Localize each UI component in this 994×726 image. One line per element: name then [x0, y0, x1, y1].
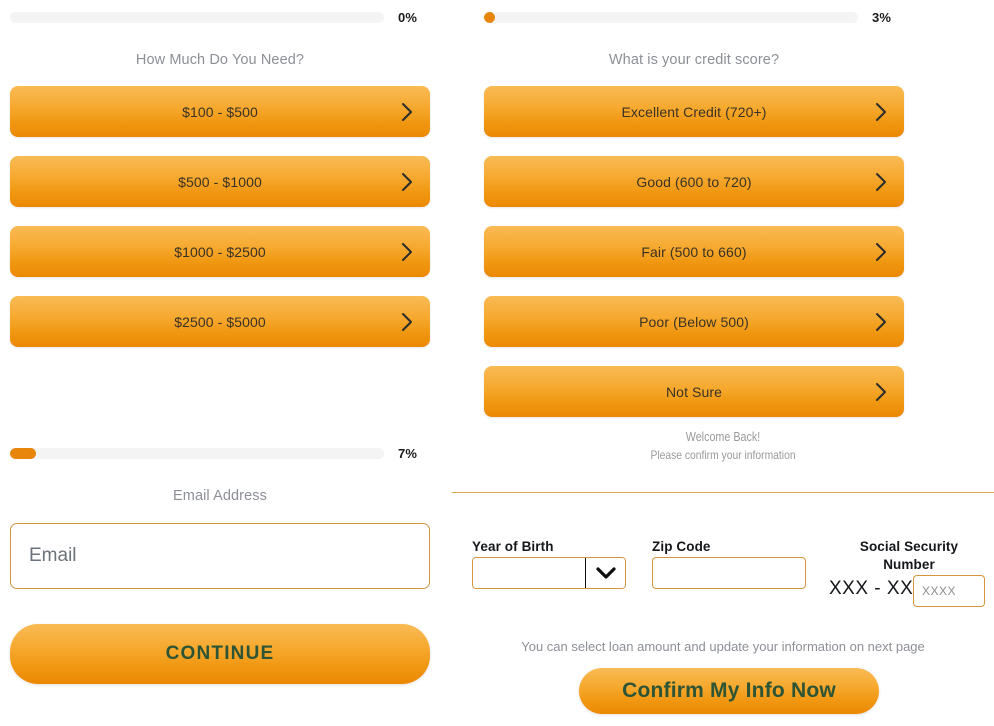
- question-loan-amount: How Much Do You Need?: [135, 52, 305, 68]
- question-credit-score: What is your credit score?: [608, 52, 780, 68]
- option-label: Excellent Credit (720+): [621, 103, 767, 120]
- year-of-birth-label: Year of Birth: [472, 539, 554, 554]
- email-input[interactable]: [10, 523, 430, 589]
- credit-score-option-excellent[interactable]: Excellent Credit (720+): [484, 86, 904, 137]
- zip-code-label: Zip Code: [652, 539, 711, 554]
- chevron-right-icon: [875, 382, 888, 402]
- option-label: $1000 - $2500: [174, 243, 266, 260]
- credit-score-option-poor[interactable]: Poor (Below 500): [484, 296, 904, 347]
- progress-track: [10, 448, 384, 459]
- loan-amount-option-500-1000[interactable]: $500 - $1000: [10, 156, 430, 207]
- chevron-right-icon: [875, 242, 888, 262]
- progress-fill: [484, 12, 496, 23]
- loan-application-page: 0% How Much Do You Need? $100 - $500 $50…: [0, 0, 994, 726]
- ssn-label-line-1: Social Security: [859, 539, 959, 554]
- welcome-line-1: Welcome Back!: [685, 430, 761, 444]
- option-label: $100 - $500: [182, 103, 258, 120]
- chevron-right-icon: [875, 172, 888, 192]
- progress-bar-credit-score: 3%: [484, 10, 904, 25]
- ssn-label-line-2: Number: [883, 557, 935, 572]
- option-label: $2500 - $5000: [174, 313, 266, 330]
- credit-score-option-fair[interactable]: Fair (500 to 660): [484, 226, 904, 277]
- email-address-label: Email Address: [173, 488, 267, 504]
- progress-track: [484, 12, 858, 23]
- progress-percent-label: 7%: [398, 446, 418, 461]
- option-label: Poor (Below 500): [639, 313, 749, 330]
- progress-fill: [10, 448, 37, 459]
- progress-percent-label: 3%: [872, 10, 892, 25]
- credit-score-option-not-sure[interactable]: Not Sure: [484, 366, 904, 417]
- loan-amount-option-100-500[interactable]: $100 - $500: [10, 86, 430, 137]
- progress-bar-email: 7%: [10, 446, 430, 461]
- loan-amount-option-1000-2500[interactable]: $1000 - $2500: [10, 226, 430, 277]
- chevron-right-icon: [875, 102, 888, 122]
- chevron-right-icon: [401, 102, 414, 122]
- year-of-birth-selected-value: [473, 558, 585, 588]
- welcome-line-2: Please confirm your information: [650, 448, 796, 462]
- welcome-message: Welcome Back! Please confirm your inform…: [490, 430, 956, 462]
- chevron-right-icon: [875, 312, 888, 332]
- option-label: Not Sure: [665, 383, 723, 400]
- footer-note: You can select loan amount and update yo…: [521, 639, 925, 654]
- ssn-last-four-input[interactable]: [913, 575, 985, 607]
- year-of-birth-select[interactable]: [472, 557, 626, 589]
- loan-amount-option-2500-5000[interactable]: $2500 - $5000: [10, 296, 430, 347]
- chevron-right-icon: [401, 312, 414, 332]
- chevron-right-icon: [401, 242, 414, 262]
- section-divider: [452, 492, 994, 493]
- chevron-down-icon[interactable]: [585, 558, 625, 588]
- zip-code-input[interactable]: [652, 557, 806, 589]
- credit-score-option-good[interactable]: Good (600 to 720): [484, 156, 904, 207]
- continue-button[interactable]: CONTINUE: [10, 624, 430, 684]
- progress-percent-label: 0%: [398, 10, 418, 25]
- social-security-number-label: Social Security Number: [838, 538, 980, 574]
- confirm-my-info-button[interactable]: Confirm My Info Now: [579, 668, 879, 714]
- chevron-right-icon: [401, 172, 414, 192]
- progress-track: [10, 12, 384, 23]
- progress-bar-loan-amount: 0%: [10, 10, 430, 25]
- option-label: Fair (500 to 660): [641, 243, 747, 260]
- option-label: $500 - $1000: [178, 173, 262, 190]
- ssn-masked-prefix: XXX - XX -: [829, 578, 926, 599]
- option-label: Good (600 to 720): [636, 173, 752, 190]
